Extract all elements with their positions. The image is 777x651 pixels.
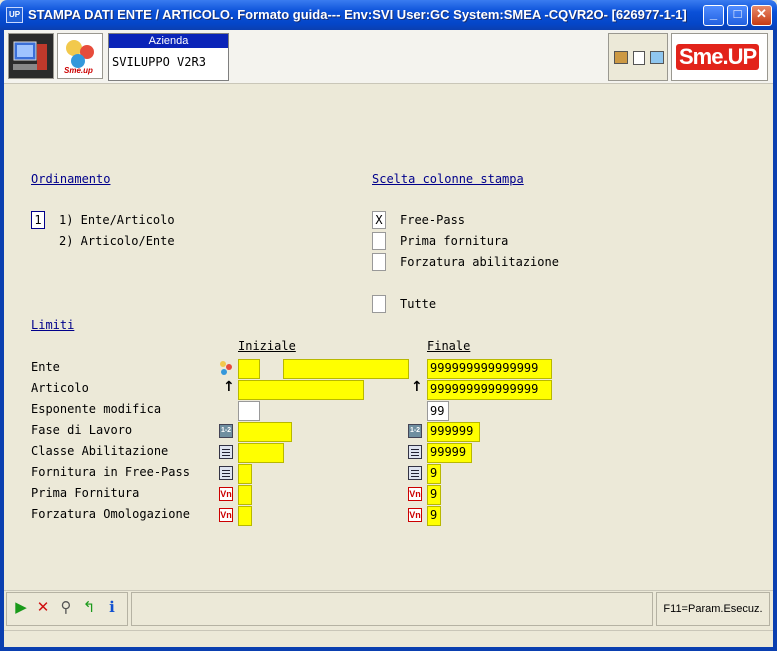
esponente-finale-field[interactable]: 99 xyxy=(427,401,449,421)
document-icon[interactable] xyxy=(633,51,645,65)
prima-fornitura-finale-field[interactable]: 9 xyxy=(427,485,441,505)
status-bar xyxy=(4,630,773,647)
fornitura-finale-field[interactable]: 9 xyxy=(427,464,441,484)
articolo-iniziale-field[interactable] xyxy=(238,380,364,400)
toolbar-right-group xyxy=(608,33,668,81)
fornitura-table-icon[interactable] xyxy=(219,466,233,480)
fase-calc-icon[interactable]: 1-2 xyxy=(219,424,233,438)
app-icon[interactable]: UP xyxy=(6,7,23,23)
fase-finale-calc-icon[interactable]: 1-2 xyxy=(408,424,422,438)
limiti-header: Limiti xyxy=(31,318,75,332)
prima-fornitura-iniziale-field[interactable] xyxy=(238,485,252,505)
smeup-molecule-icon[interactable]: Sme.up xyxy=(57,33,103,79)
classe-finale-field[interactable]: 99999 xyxy=(427,443,472,463)
fase-iniziale-field[interactable] xyxy=(238,422,292,442)
back-arrow-icon[interactable]: ↰ xyxy=(80,598,98,616)
execute-icon[interactable]: ▶ xyxy=(12,598,30,616)
free-pass-checkbox[interactable]: X xyxy=(372,211,386,229)
smeup-logo-text: Sme.UP xyxy=(676,44,760,70)
esponente-label: Esponente modifica xyxy=(31,402,162,416)
cancel-icon[interactable]: ✕ xyxy=(34,598,52,616)
forzatura-checkbox[interactable] xyxy=(372,253,386,271)
ente-finale-field[interactable]: 999999999999999 xyxy=(427,359,552,379)
computer-icon-graphic xyxy=(13,41,47,70)
ente-label: Ente xyxy=(31,360,60,374)
ente-object-graphic xyxy=(220,361,232,375)
window-frame-right xyxy=(773,30,777,651)
fase-finale-field[interactable]: 999999 xyxy=(427,422,480,442)
ente-iniziale-field[interactable] xyxy=(283,359,409,379)
close-button[interactable]: ✕ xyxy=(751,5,772,26)
prima-fornitura-label: Prima fornitura xyxy=(400,234,509,248)
f11-function-key[interactable]: F11=Param.Esecuz. xyxy=(656,592,770,626)
articolo-label: Articolo xyxy=(31,381,89,395)
computer-icon[interactable] xyxy=(8,33,54,79)
window-title: STAMPA DATI ENTE / ARTICOLO. Formato gui… xyxy=(28,7,687,22)
window-frame-bottom xyxy=(0,647,777,651)
articolo-pin-icon[interactable]: ↑ xyxy=(223,380,235,394)
prima-fornitura-vn-icon[interactable]: Vn xyxy=(219,487,233,501)
ordinamento-option-1: 1) Ente/Articolo xyxy=(59,213,175,227)
ordinamento-input[interactable]: 1 xyxy=(31,211,45,229)
smeup-small-label: Sme.up xyxy=(64,66,93,75)
forzatura-omologazione-label: Forzatura Omologazione xyxy=(31,507,190,521)
azienda-label: Azienda xyxy=(109,34,228,48)
articolo-finale-pin-icon[interactable]: ↑ xyxy=(411,380,423,394)
iniziale-header: Iniziale xyxy=(238,339,296,353)
fornitura-finale-table-icon[interactable] xyxy=(408,466,422,480)
tutte-checkbox[interactable] xyxy=(372,295,386,313)
forzatura-finale-field[interactable]: 9 xyxy=(427,506,441,526)
prima-fornitura-checkbox[interactable] xyxy=(372,232,386,250)
prima-fornitura-row-label: Prima Fornitura xyxy=(31,486,140,500)
classe-finale-table-icon[interactable] xyxy=(408,445,422,459)
ente-iniziale-type-field[interactable] xyxy=(238,359,260,379)
book-icon[interactable] xyxy=(650,51,664,64)
azienda-value: SVILUPPO V2R3 xyxy=(112,55,206,69)
ordinamento-header: Ordinamento xyxy=(31,172,111,186)
forzatura-label: Forzatura abilitazione xyxy=(400,255,559,269)
forzatura-vn-icon[interactable]: Vn xyxy=(219,508,233,522)
esponente-iniziale-field[interactable] xyxy=(238,401,260,421)
articolo-finale-field[interactable]: 999999999999999 xyxy=(427,380,552,400)
azienda-box: Azienda SVILUPPO V2R3 xyxy=(108,33,229,81)
prima-fornitura-finale-vn-icon[interactable]: Vn xyxy=(408,487,422,501)
minimize-button[interactable]: _ xyxy=(703,5,724,26)
window-frame-left xyxy=(0,30,4,651)
smeup-logo: Sme.UP xyxy=(671,33,768,81)
fase-label: Fase di Lavoro xyxy=(31,423,133,437)
message-area xyxy=(131,592,653,626)
tutte-label: Tutte xyxy=(400,297,437,311)
classe-iniziale-field[interactable] xyxy=(238,443,284,463)
forzatura-iniziale-field[interactable] xyxy=(238,506,252,526)
ordinamento-option-2: 2) Articolo/Ente xyxy=(59,234,175,248)
free-pass-label: Free-Pass xyxy=(400,213,466,227)
ente-object-icon[interactable] xyxy=(218,360,234,376)
classe-label: Classe Abilitazione xyxy=(31,444,169,458)
monitor-icon[interactable] xyxy=(614,51,628,64)
info-icon[interactable]: ℹ xyxy=(103,598,121,616)
scelta-header: Scelta colonne stampa xyxy=(372,172,524,186)
search-icon[interactable]: ⚲ xyxy=(57,598,75,616)
fornitura-free-pass-label: Fornitura in Free-Pass xyxy=(31,465,190,479)
classe-table-icon[interactable] xyxy=(219,445,233,459)
fornitura-iniziale-field[interactable] xyxy=(238,464,252,484)
finale-header: Finale xyxy=(427,339,471,353)
maximize-button[interactable]: □ xyxy=(727,5,748,26)
forzatura-finale-vn-icon[interactable]: Vn xyxy=(408,508,422,522)
